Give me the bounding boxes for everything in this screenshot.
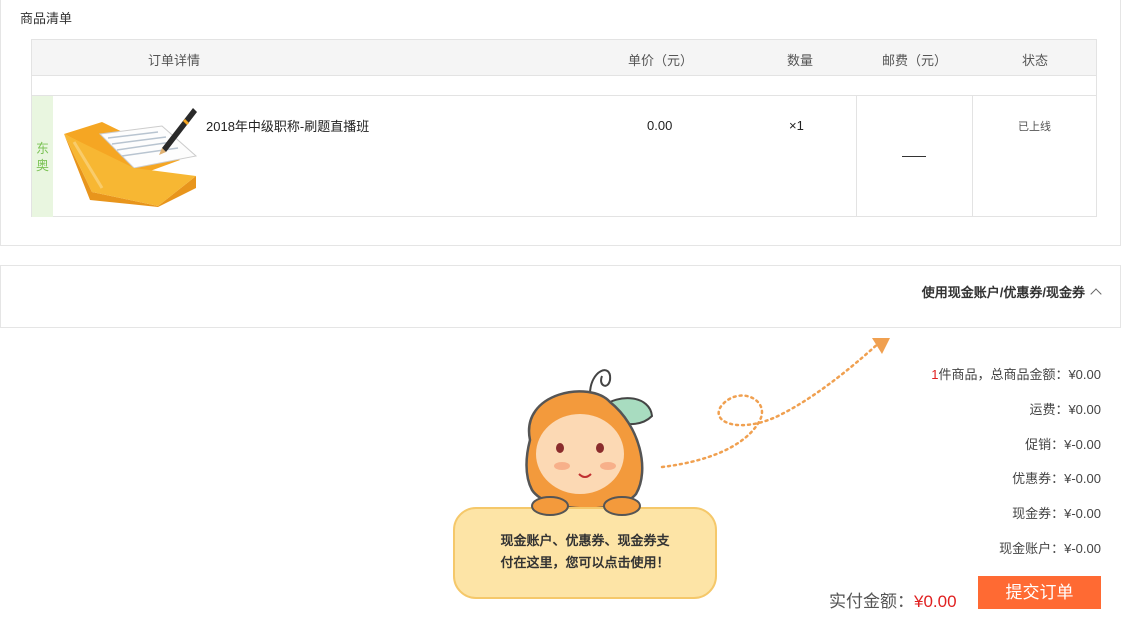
shipping-amount: ¥0.00 (1068, 401, 1101, 417)
header-order-detail: 订单详情 (148, 53, 201, 68)
header-shipping-fee: 邮费（元） (882, 53, 948, 68)
header-quantity: 数量 (786, 53, 813, 68)
shipping-dash (902, 156, 926, 157)
table-header: 订单详情 单价（元） 数量 邮费（元） 状态 (32, 40, 1096, 76)
panel-title: 商品清单 (20, 11, 73, 26)
summary-goods-row: 1件商品，总商品金额：¥0.00 (841, 365, 1101, 400)
header-status: 状态 (1022, 53, 1049, 68)
goods-label: 件商品，总商品金额： (938, 367, 1069, 382)
summary-promo-row: 促销：¥-0.00 (841, 435, 1101, 470)
product-list-panel: 商品清单 订单详情 单价（元） 数量 邮费（元） 状态 东奥 2018年中级职称… (0, 0, 1121, 246)
summary-cash-coupon-row: 现金券：¥-0.00 (841, 504, 1101, 539)
quantity: ×1 (789, 118, 804, 133)
coupon-label: 优惠券： (1012, 471, 1065, 487)
shipping-label: 运费： (1029, 401, 1069, 417)
goods-amount: ¥0.00 (1068, 367, 1101, 382)
order-summary: 1件商品，总商品金额：¥0.00 运费：¥0.00 促销：¥-0.00 优惠券：… (841, 365, 1101, 574)
table-spacer-row (32, 76, 1096, 96)
total-payable: 实付金额：¥0.00 (829, 587, 957, 612)
chevron-up-icon (1090, 288, 1102, 300)
coupon-toggle[interactable]: 使用现金账户/优惠券/现金券 (921, 282, 1102, 301)
cash-coupon-label: 现金券： (1012, 506, 1065, 522)
item-status: 已上线 (1018, 121, 1051, 133)
summary-shipping-row: 运费：¥0.00 (841, 400, 1101, 435)
header-unit-price: 单价（元） (628, 53, 694, 68)
coupon-toggle-label: 使用现金账户/优惠券/现金券 (921, 285, 1085, 300)
cash-account-label: 现金账户： (999, 540, 1065, 556)
cash-coupon-amount: ¥-0.00 (1064, 506, 1101, 522)
product-thumbnail[interactable] (62, 104, 199, 207)
total-label: 实付金额： (829, 592, 914, 611)
coupon-amount: ¥-0.00 (1064, 471, 1101, 487)
submit-order-button[interactable]: 提交订单 (978, 576, 1101, 609)
unit-price: 0.00 (647, 118, 673, 133)
total-amount: ¥0.00 (914, 592, 957, 611)
coupon-panel: 使用现金账户/优惠券/现金券 (0, 265, 1121, 328)
mascot-bubble-line1: 现金账户、优惠券、现金券支 (500, 533, 670, 548)
product-name[interactable]: 2018年中级职称-刷题直播班 (206, 116, 369, 135)
cash-account-amount: ¥-0.00 (1064, 540, 1101, 556)
shipping-cell (856, 96, 973, 217)
promo-amount: ¥-0.00 (1064, 436, 1101, 452)
promo-label: 促销： (1025, 436, 1065, 452)
mascot-bubble-line2: 付在这里，您可以点击使用！ (500, 555, 669, 570)
summary-coupon-row: 优惠券：¥-0.00 (841, 469, 1101, 504)
mascot-illustration: 现金账户、优惠券、现金券支 付在这里，您可以点击使用！ (453, 338, 890, 599)
summary-cash-account-row: 现金账户：¥-0.00 (841, 539, 1101, 574)
table-row: 东奥 2018年中级职称-刷题直播班 0.00 ×1 已上线 (32, 96, 1096, 217)
shop-tag: 东奥 (32, 96, 53, 217)
order-table: 订单详情 单价（元） 数量 邮费（元） 状态 东奥 2018年中级职称-刷题直播… (31, 39, 1097, 217)
